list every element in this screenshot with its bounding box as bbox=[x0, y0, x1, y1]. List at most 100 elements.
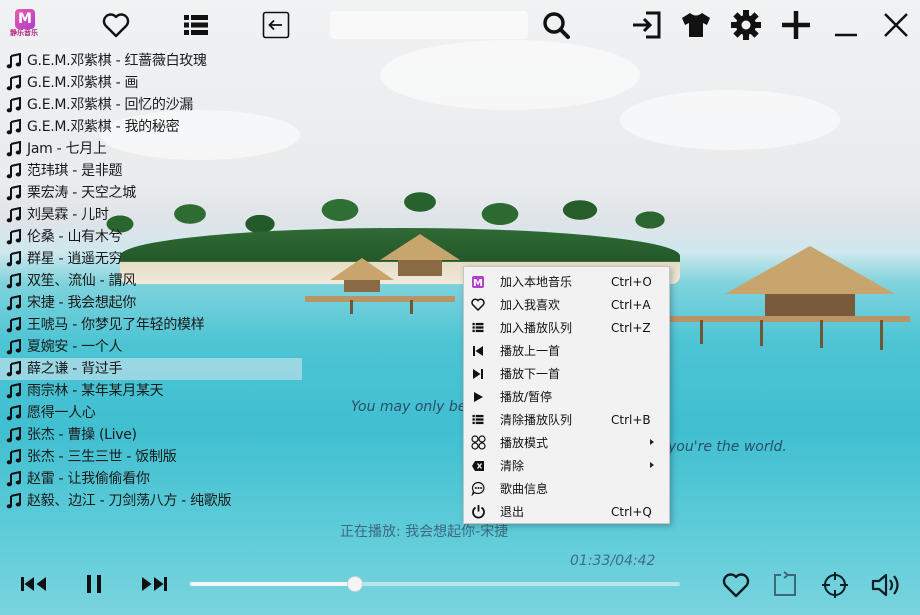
list-icon bbox=[470, 412, 486, 428]
search-input[interactable] bbox=[330, 11, 528, 39]
locate-target-icon[interactable] bbox=[819, 569, 851, 601]
back-icon[interactable] bbox=[260, 9, 292, 41]
next-track-icon[interactable] bbox=[136, 569, 172, 599]
menu-item-label: 播放下一首 bbox=[500, 367, 561, 381]
progress-knob[interactable] bbox=[347, 576, 364, 592]
playlist-item[interactable]: Jam - 七月上 bbox=[0, 138, 302, 160]
menu-item[interactable]: 加入我喜欢 Ctrl+A bbox=[464, 293, 669, 316]
logout-icon[interactable] bbox=[630, 9, 662, 41]
heart-icon bbox=[470, 297, 486, 313]
playlist-item[interactable]: 范玮琪 - 是非题 bbox=[0, 160, 302, 182]
music-note-icon bbox=[6, 273, 21, 289]
song-title: G.E.M.邓紫棋 - 我的秘密 bbox=[27, 119, 180, 135]
playlist-item[interactable]: 夏婉安 - 一个人 bbox=[0, 336, 302, 358]
menu-item[interactable]: 播放上一首 bbox=[464, 339, 669, 362]
mode-grid-icon bbox=[470, 435, 486, 451]
song-title: G.E.M.邓紫棋 - 画 bbox=[27, 75, 139, 91]
pier bbox=[305, 296, 455, 302]
next-icon bbox=[470, 366, 486, 382]
volume-icon[interactable] bbox=[868, 569, 904, 601]
clear-icon bbox=[470, 458, 486, 474]
list-icon[interactable] bbox=[180, 9, 212, 41]
playlist-item[interactable]: 雨宗林 - 某年某月某天 bbox=[0, 380, 302, 402]
music-note-icon bbox=[6, 251, 21, 267]
menu-item[interactable]: 播放/暂停 bbox=[464, 385, 669, 408]
playlist-item[interactable]: 群星 - 逍遥无穷 bbox=[0, 248, 302, 270]
playlist-item[interactable]: G.E.M.邓紫棋 - 回忆的沙漏 bbox=[0, 94, 302, 116]
music-note-icon bbox=[6, 339, 21, 355]
menu-item[interactable]: M 加入本地音乐 Ctrl+O bbox=[464, 270, 669, 293]
info-chat-icon bbox=[470, 481, 486, 497]
progress-bar[interactable] bbox=[190, 576, 680, 592]
context-menu: M 加入本地音乐 Ctrl+O 加入我喜欢 Ctrl+A 加入播放队列 Ctrl+Z 播放上一… bbox=[463, 266, 670, 524]
previous-track-icon[interactable] bbox=[16, 569, 52, 599]
song-title: G.E.M.邓紫棋 - 红蔷薇白玫瑰 bbox=[27, 53, 207, 69]
close-icon[interactable] bbox=[880, 9, 912, 41]
settings-gear-icon[interactable] bbox=[730, 9, 762, 41]
menu-item[interactable]: 播放下一首 bbox=[464, 362, 669, 385]
menu-item-shortcut: Ctrl+Z bbox=[611, 320, 651, 335]
menu-item[interactable]: 清除 bbox=[464, 454, 669, 477]
song-title: 宋捷 - 我会想起你 bbox=[27, 295, 136, 311]
playlist-item[interactable]: 赵雷 - 让我偷偷看你 bbox=[0, 468, 302, 490]
previous-icon bbox=[470, 343, 486, 359]
power-icon bbox=[470, 504, 486, 520]
playlist-item[interactable]: 张杰 - 三生三世 - 饭制版 bbox=[0, 446, 302, 468]
favorite-heart-icon[interactable] bbox=[100, 9, 132, 41]
music-note-icon bbox=[6, 449, 21, 465]
menu-item[interactable]: 播放模式 bbox=[464, 431, 669, 454]
logo-text: 静乐音乐 bbox=[10, 29, 38, 37]
pause-icon[interactable] bbox=[78, 567, 110, 601]
music-note-icon bbox=[6, 383, 21, 399]
song-title: 群星 - 逍遥无穷 bbox=[27, 251, 123, 267]
playlist-item[interactable]: 薛之谦 - 背过手 bbox=[0, 358, 302, 380]
now-playing-text: 正在播放: 我会想起你-宋捷 bbox=[340, 524, 509, 540]
playlist-item[interactable]: G.E.M.邓紫棋 - 画 bbox=[0, 72, 302, 94]
song-title: 刘昊霖 - 儿时 bbox=[27, 207, 109, 223]
like-heart-icon[interactable] bbox=[720, 570, 752, 600]
pier bbox=[660, 316, 910, 322]
menu-item-label: 清除 bbox=[500, 459, 525, 473]
song-title: 张杰 - 三生三世 - 饭制版 bbox=[27, 449, 177, 465]
playlist-item[interactable]: G.E.M.邓紫棋 - 红蔷薇白玫瑰 bbox=[0, 50, 302, 72]
menu-item[interactable]: 退出 Ctrl+Q bbox=[464, 500, 669, 523]
music-note-icon bbox=[6, 119, 21, 135]
song-title: 夏婉安 - 一个人 bbox=[27, 339, 123, 355]
playlist-item[interactable]: 赵毅、边江 - 刀剑荡八方 - 纯歌版 bbox=[0, 490, 302, 512]
playlist-item[interactable]: 栗宏涛 - 天空之城 bbox=[0, 182, 302, 204]
search-icon[interactable] bbox=[540, 9, 572, 41]
playlist-item[interactable]: 张杰 - 曹操 (Live) bbox=[0, 424, 302, 446]
menu-item[interactable]: 歌曲信息 bbox=[464, 477, 669, 500]
song-title: 王唬马 - 你梦见了年轻的模样 bbox=[27, 317, 205, 333]
playlist-item[interactable]: G.E.M.邓紫棋 - 我的秘密 bbox=[0, 116, 302, 138]
playlist-item[interactable]: 伦桑 - 山有木兮 bbox=[0, 226, 302, 248]
menu-item[interactable]: 加入播放队列 Ctrl+Z bbox=[464, 316, 669, 339]
submenu-arrow-icon bbox=[650, 439, 654, 445]
repeat-icon[interactable] bbox=[769, 569, 801, 601]
menu-item[interactable]: 清除播放队列 Ctrl+B bbox=[464, 408, 669, 431]
music-note-icon bbox=[6, 229, 21, 245]
playlist-item[interactable]: 双笙、流仙 - 謂风 bbox=[0, 270, 302, 292]
minimize-icon[interactable] bbox=[830, 9, 862, 41]
music-note-icon bbox=[6, 405, 21, 421]
playlist-item[interactable]: 王唬马 - 你梦见了年轻的模样 bbox=[0, 314, 302, 336]
song-title: 栗宏涛 - 天空之城 bbox=[27, 185, 136, 201]
music-note-icon bbox=[6, 361, 21, 377]
song-title: 雨宗林 - 某年某月某天 bbox=[27, 383, 164, 399]
music-note-icon bbox=[6, 427, 21, 443]
skin-shirt-icon[interactable] bbox=[680, 9, 712, 41]
add-plus-icon[interactable] bbox=[780, 9, 812, 41]
music-logo-icon: M bbox=[470, 274, 486, 290]
menu-item-shortcut: Ctrl+A bbox=[611, 297, 651, 312]
app-logo: M 静乐音乐 bbox=[7, 9, 41, 41]
svg-text:M: M bbox=[473, 278, 483, 289]
playlist: G.E.M.邓紫棋 - 红蔷薇白玫瑰 G.E.M.邓紫棋 - 画 G.E.M.邓… bbox=[0, 50, 302, 512]
time-display: 01:33/04:42 bbox=[570, 553, 656, 569]
submenu-arrow-icon bbox=[650, 462, 654, 468]
playlist-item[interactable]: 愿得一人心 bbox=[0, 402, 302, 424]
menu-item-label: 播放上一首 bbox=[500, 344, 561, 358]
playlist-item[interactable]: 刘昊霖 - 儿时 bbox=[0, 204, 302, 226]
music-note-icon bbox=[6, 295, 21, 311]
menu-item-label: 退出 bbox=[500, 505, 525, 519]
playlist-item[interactable]: 宋捷 - 我会想起你 bbox=[0, 292, 302, 314]
